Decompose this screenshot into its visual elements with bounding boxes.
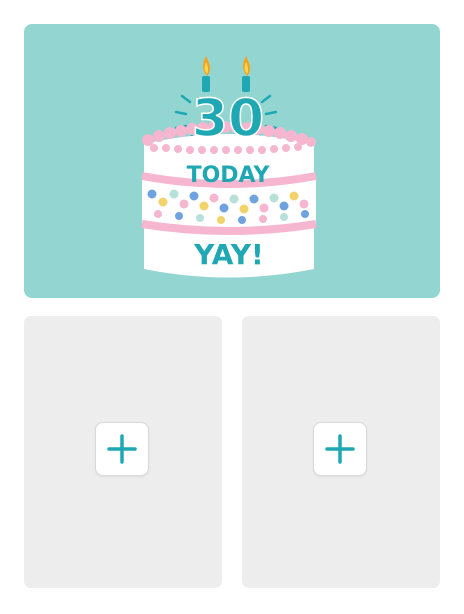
plus-icon: [107, 434, 137, 464]
add-photo-button-right[interactable]: [314, 423, 366, 475]
empty-photo-slot-left[interactable]: [24, 316, 222, 588]
add-photo-button-left[interactable]: [96, 423, 148, 475]
plus-icon: [325, 434, 355, 464]
empty-photo-slot-right[interactable]: [242, 316, 440, 588]
featured-card-image[interactable]: 30 TODAY YAY!: [24, 24, 440, 298]
age-number: 30: [192, 89, 264, 149]
cake-text-today: TODAY: [187, 163, 271, 188]
cake-text-yay: YAY!: [193, 238, 264, 271]
birthday-cake-illustration: 30 TODAY YAY!: [24, 24, 440, 298]
